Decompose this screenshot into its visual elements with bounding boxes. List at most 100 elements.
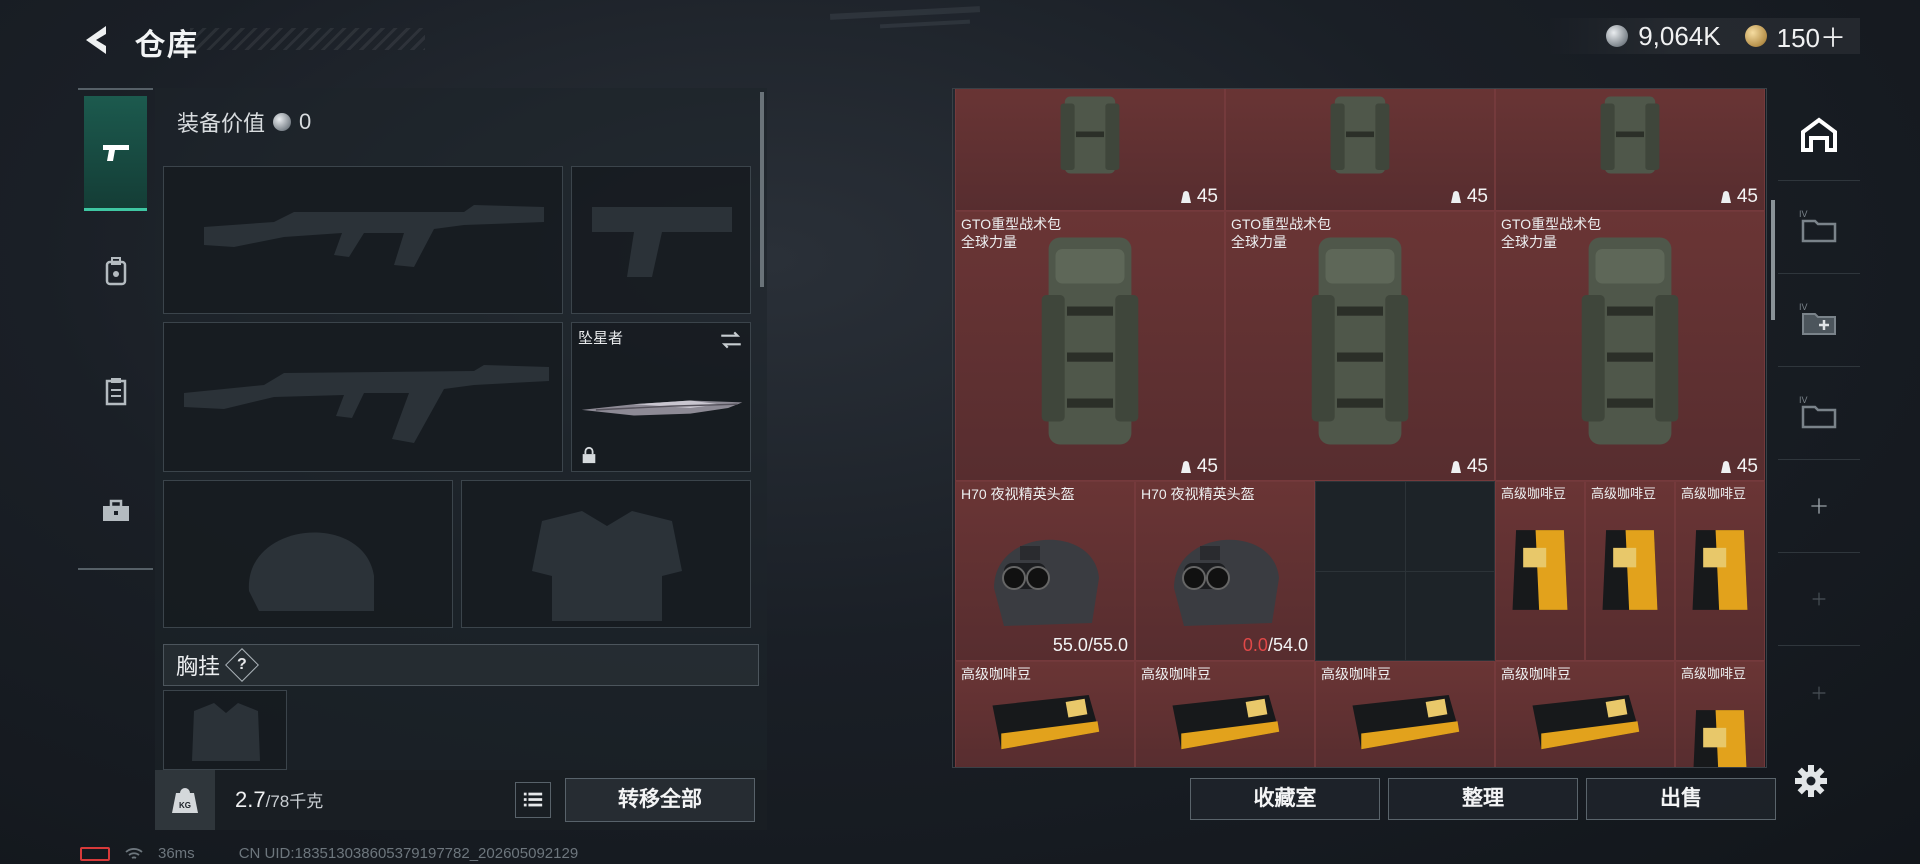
stash-main-tab[interactable] <box>1778 88 1860 181</box>
silver-currency-value: 9,064K <box>1638 20 1721 51</box>
item-stack-icon <box>1180 461 1191 473</box>
background-streak <box>879 19 971 29</box>
left-category-nav <box>78 88 153 570</box>
item-count-value: 45 <box>1736 186 1758 207</box>
item-stack-icon <box>1450 191 1461 203</box>
clipboard-icon <box>105 378 126 406</box>
inventory-item-helmet[interactable]: H70 夜视精英头盔 55.0/55.0 <box>955 481 1135 661</box>
coffee-bag-icon <box>1693 710 1747 767</box>
backpack-item-icon <box>1060 96 1120 174</box>
chest-rig-slot[interactable] <box>163 690 287 770</box>
item-stack-icon <box>1450 461 1461 473</box>
folder-icon: IV <box>1799 209 1837 243</box>
back-button[interactable] <box>78 20 118 60</box>
plus-icon <box>1811 498 1827 514</box>
add-page-button[interactable] <box>1778 460 1860 553</box>
weight-max: /78千克 <box>265 792 324 811</box>
armor-slot[interactable] <box>461 480 751 628</box>
lock-icon <box>582 446 596 464</box>
sell-button[interactable]: 出售 <box>1586 778 1776 820</box>
inventory-item-coffee[interactable]: 高级咖啡豆 <box>955 661 1135 767</box>
silver-coin-icon <box>273 113 292 131</box>
item-count-value: 45 <box>1736 456 1758 477</box>
melee-slot[interactable]: 坠星者 <box>571 322 751 472</box>
inventory-item-coffee[interactable]: 高级咖啡豆 <box>1675 661 1765 767</box>
help-icon: ? <box>237 656 247 673</box>
inventory-item[interactable]: 45 <box>1495 89 1765 211</box>
stash-page-5-tab[interactable]: IV <box>1778 367 1860 460</box>
loadout-scrollbar[interactable] <box>760 92 764 287</box>
item-name-line1: GTO重型战术包 <box>1501 216 1602 232</box>
sort-button[interactable]: 整理 <box>1388 778 1578 820</box>
inventory-item-backpack[interactable]: GTO重型战术包 全球力量 45 <box>955 211 1225 481</box>
help-button[interactable]: ? <box>225 648 259 682</box>
loadout-panel: 装备价值 0 坠星者 胸挂 ? <box>155 88 767 830</box>
inventory-item[interactable]: 45 <box>955 89 1225 211</box>
weight-value: 2.7/78千克 <box>235 787 323 813</box>
vest-placeholder-icon <box>192 703 260 761</box>
warehouse-icon <box>1801 117 1837 152</box>
inventory-item-backpack[interactable]: GTO重型战术包 全球力量 45 <box>1225 211 1495 481</box>
item-count-value: 45 <box>1196 456 1218 477</box>
item-stack-icon <box>1720 191 1731 203</box>
folder-add-icon: IV <box>1799 302 1836 335</box>
inventory-item-coffee[interactable]: 高级咖啡豆 <box>1585 481 1675 661</box>
item-name: 高级咖啡豆 <box>1501 486 1567 501</box>
item-stack-icon <box>1180 191 1191 203</box>
gold-currency-value[interactable]: 150＋ <box>1777 18 1846 55</box>
inventory-item-coffee[interactable]: 高级咖啡豆 <box>1135 661 1315 767</box>
item-name-line2: 全球力量 <box>1231 234 1287 250</box>
list-icon <box>523 792 543 807</box>
inventory-item-coffee[interactable]: 高级咖啡豆 <box>1675 481 1765 661</box>
nav-tab-toolbox[interactable] <box>78 451 153 571</box>
equip-value-amount: 0 <box>299 109 312 134</box>
swap-icon[interactable] <box>718 327 744 353</box>
item-count-value: 45 <box>1466 186 1488 207</box>
status-bar: 36ms CN UID:183513038605379197782_202605… <box>80 845 578 862</box>
item-count: 45 <box>1179 456 1218 478</box>
back-arrow-icon <box>86 26 106 54</box>
add-page-button[interactable] <box>1778 553 1860 646</box>
item-name: H70 夜视精英头盔 <box>1141 486 1255 502</box>
inventory-item-coffee[interactable]: 高级咖啡豆 <box>1495 481 1585 661</box>
item-name-line1: GTO重型战术包 <box>1231 216 1332 232</box>
nav-tab-chest-rig[interactable] <box>78 331 153 451</box>
durability-max: /55.0 <box>1087 635 1128 655</box>
secondary-weapon-slot[interactable] <box>163 322 563 472</box>
inventory-item-coffee[interactable]: 高级咖啡豆 <box>1495 661 1675 767</box>
plus-icon <box>1812 686 1826 699</box>
stash-scrollbar[interactable] <box>1771 200 1775 320</box>
inventory-item-backpack[interactable]: GTO重型战术包 全球力量 45 <box>1495 211 1765 481</box>
equip-value-label: 装备价值 <box>177 111 266 136</box>
coffee-bag-icon <box>1532 695 1640 750</box>
list-view-button[interactable] <box>515 782 551 818</box>
svg-text:IV: IV <box>1799 395 1808 405</box>
item-name: 高级咖啡豆 <box>1501 666 1571 682</box>
item-name: 高级咖啡豆 <box>1141 666 1211 682</box>
transfer-all-button[interactable]: 转移全部 <box>565 778 755 822</box>
chest-rig-label: 胸挂 <box>176 654 221 679</box>
nav-tab-weapons[interactable] <box>84 96 147 211</box>
rifle-placeholder-icon <box>204 205 544 267</box>
primary-weapon-slot[interactable] <box>163 166 563 314</box>
plus-icon <box>1812 592 1826 606</box>
add-page-button[interactable] <box>1778 646 1860 739</box>
nav-tab-backpack[interactable] <box>78 211 153 331</box>
night-vision-helmet-icon <box>1174 539 1279 626</box>
helmet-placeholder-icon <box>248 532 374 611</box>
svg-text:IV: IV <box>1799 302 1808 312</box>
helmet-slot[interactable] <box>163 480 453 628</box>
item-name: GTO重型战术包 全球力量 <box>961 215 1061 251</box>
stash-inventory: 45 45 45 GTO重型战术包 全球力量 45 GTO重型战术包 全球力量 45 <box>952 88 1767 768</box>
user-uid: CN UID:183513038605379197782_20260509212… <box>238 845 579 862</box>
sidearm-slot[interactable] <box>571 166 751 314</box>
inventory-item[interactable]: 45 <box>1225 89 1495 211</box>
stash-page-4-tab[interactable]: IV <box>1778 181 1860 274</box>
collection-room-button[interactable]: 收藏室 <box>1190 778 1380 820</box>
inventory-item-helmet[interactable]: H70 夜视精英头盔 0.0/54.0 <box>1135 481 1315 661</box>
coffee-bag-icon <box>1352 695 1460 750</box>
stash-page-add-tab[interactable]: IV <box>1778 274 1860 367</box>
settings-gear-icon[interactable] <box>1793 763 1829 799</box>
item-count: 45 <box>1179 186 1218 208</box>
inventory-item-coffee[interactable]: 高级咖啡豆 <box>1315 661 1495 767</box>
